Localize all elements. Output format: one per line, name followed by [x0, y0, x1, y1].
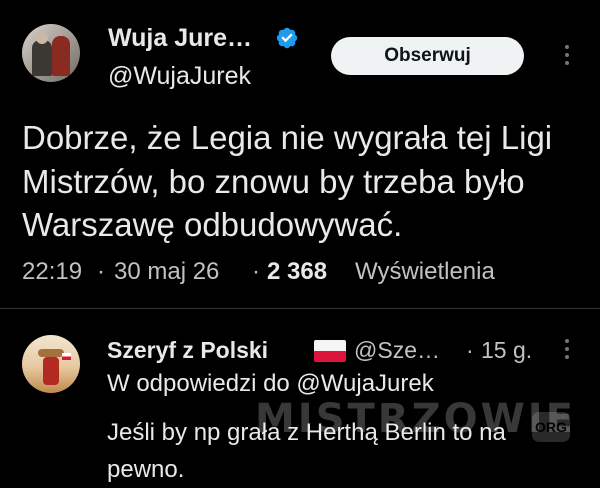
meta-separator: · — [252, 258, 260, 285]
reply-author-avatar[interactable] — [22, 335, 80, 393]
watermark: MISTRZOWIE — [255, 396, 576, 442]
author-avatar[interactable] — [22, 24, 80, 82]
author-handle[interactable]: @WujaJurek — [108, 62, 251, 91]
watermark-badge: ORG — [532, 412, 570, 442]
tweet-text: Dobrze, że Legia nie wygrała tej Ligi Mi… — [22, 119, 553, 243]
reply-separator: · — [466, 337, 474, 363]
reply-author-name[interactable]: Szeryf z Polski — [107, 337, 268, 364]
divider — [0, 308, 600, 309]
tweet-date[interactable]: 30 maj 26 — [114, 258, 219, 286]
reply-time[interactable]: 15 g. — [481, 337, 532, 364]
views-label: Wyświetlenia — [355, 258, 495, 285]
reply-more-options-icon[interactable] — [560, 334, 574, 364]
views-count: 2 368 — [267, 258, 328, 285]
verified-badge-icon — [276, 27, 298, 49]
follow-button[interactable]: Obserwuj — [331, 37, 524, 75]
author-name[interactable]: Wuja Jure… — [108, 24, 252, 53]
reply-to-label[interactable]: W odpowiedzi do @WujaJurek — [107, 370, 434, 398]
meta-separator: · — [97, 258, 105, 285]
reply-author-handle[interactable]: @Sze… — [354, 337, 440, 364]
tweet-time[interactable]: 22:19 — [22, 258, 82, 286]
more-options-icon[interactable] — [560, 40, 574, 70]
poland-flag-icon — [314, 340, 346, 362]
